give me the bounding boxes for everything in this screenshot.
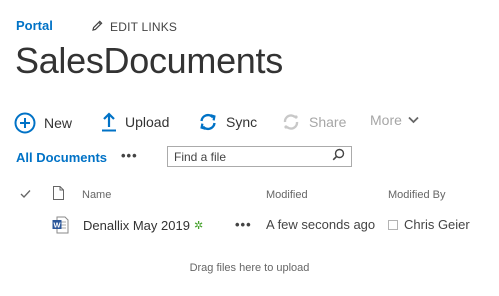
svg-text:W: W: [53, 221, 61, 230]
new-label: New: [44, 115, 73, 131]
search-box[interactable]: [167, 146, 352, 167]
edit-links-label: EDIT LINKS: [110, 20, 178, 34]
document-type-icon: [53, 186, 64, 205]
view-options-ellipsis[interactable]: •••: [121, 148, 138, 163]
search-input[interactable]: [174, 149, 314, 164]
new-item-icon: ✲: [193, 220, 204, 232]
upload-arrow-icon: [101, 112, 117, 132]
upload-button[interactable]: Upload: [101, 112, 169, 132]
column-header-modified[interactable]: Modified: [266, 189, 308, 201]
word-document-icon: W: [52, 216, 69, 239]
more-button[interactable]: More: [370, 112, 419, 128]
new-button[interactable]: New: [14, 112, 72, 134]
select-all-checkmark-icon[interactable]: [20, 186, 31, 204]
share-icon: [281, 112, 301, 132]
upload-label: Upload: [125, 114, 170, 130]
file-name-link[interactable]: Denallix May 2019 ✲: [83, 218, 203, 233]
portal-link[interactable]: Portal: [16, 18, 53, 33]
modified-by-name: Chris Geier: [404, 217, 470, 232]
share-label: Share: [309, 114, 347, 130]
share-button[interactable]: Share: [281, 112, 346, 132]
presence-indicator-icon: [388, 219, 398, 230]
sync-label: Sync: [226, 114, 258, 130]
row-actions-ellipsis[interactable]: •••: [235, 217, 252, 232]
edit-links-button[interactable]: EDIT LINKS: [92, 20, 177, 34]
sync-button[interactable]: Sync: [198, 112, 257, 132]
modified-value: A few seconds ago: [266, 217, 376, 232]
sync-icon: [198, 112, 218, 132]
file-name-label: Denallix May 2019: [83, 218, 190, 233]
column-header-modified-by[interactable]: Modified By: [388, 189, 445, 201]
view-all-documents[interactable]: All Documents: [16, 150, 107, 165]
page-title: SalesDocuments: [15, 40, 283, 81]
drag-files-hint: Drag files here to upload: [189, 262, 310, 274]
pencil-icon: [92, 20, 103, 34]
search-icon[interactable]: [332, 148, 345, 166]
modified-by-link[interactable]: Chris Geier: [388, 217, 470, 232]
more-label: More: [370, 112, 402, 128]
chevron-down-icon: [408, 116, 419, 124]
column-header-name[interactable]: Name: [82, 189, 111, 201]
plus-circle-icon: [14, 112, 36, 134]
